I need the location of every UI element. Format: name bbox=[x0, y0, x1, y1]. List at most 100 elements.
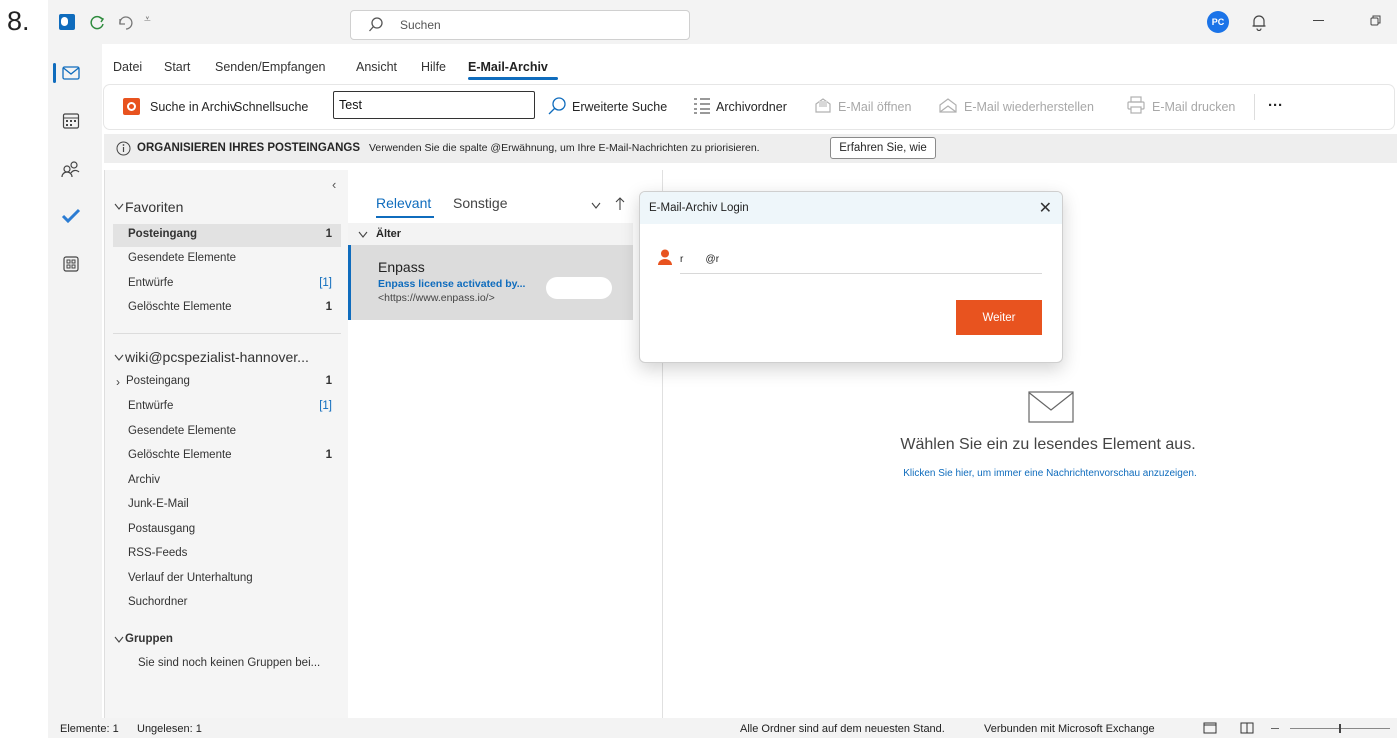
sort-arrow-icon[interactable] bbox=[615, 197, 625, 211]
open-email-button[interactable]: E-Mail öffnen bbox=[838, 100, 911, 114]
fav-drafts-count: [1] bbox=[319, 277, 332, 289]
fav-deleted-count: 1 bbox=[325, 301, 332, 313]
acc-archive[interactable]: Archiv bbox=[128, 474, 160, 486]
info-message: Verwenden Sie die spalte @Erwähnung, um … bbox=[369, 142, 760, 154]
chevron-down-icon bbox=[358, 231, 368, 238]
normal-view-icon[interactable] bbox=[1203, 722, 1217, 734]
section-divider bbox=[113, 333, 341, 334]
acc-inbox[interactable]: Posteingang bbox=[126, 375, 190, 387]
acc-rss[interactable]: RSS-Feeds bbox=[128, 547, 187, 559]
dialog-title: E-Mail-Archiv Login bbox=[649, 202, 749, 214]
acc-drafts-count: [1] bbox=[319, 400, 332, 412]
status-items: Elemente: 1 bbox=[60, 723, 119, 735]
advanced-search-button[interactable]: Erweiterte Suche bbox=[572, 100, 667, 114]
more-options-button[interactable]: ··· bbox=[1268, 97, 1283, 114]
menu-start[interactable]: Start bbox=[164, 60, 190, 74]
tab-relevant[interactable]: Relevant bbox=[376, 195, 431, 211]
bell-icon[interactable] bbox=[1251, 13, 1267, 31]
message-subject: Enpass license activated by... bbox=[378, 278, 526, 290]
groups-header[interactable]: Gruppen bbox=[125, 633, 173, 645]
undo-icon[interactable] bbox=[115, 13, 133, 31]
status-sync: Alle Ordner sind auf dem neuesten Stand. bbox=[740, 723, 945, 735]
login-dialog: E-Mail-Archiv Login ✕ r @r Weiter bbox=[639, 191, 1063, 363]
message-preview: <https://www.enpass.io/> bbox=[378, 292, 495, 304]
quick-search-input[interactable]: Test bbox=[333, 91, 535, 119]
tab-other[interactable]: Sonstige bbox=[453, 195, 507, 211]
menu-email-archiv[interactable]: E-Mail-Archiv bbox=[468, 60, 548, 74]
preview-link[interactable]: Klicken Sie hier, um immer eine Nachrich… bbox=[800, 468, 1300, 479]
info-heading: ORGANISIEREN IHRES POSTEINGANGS bbox=[137, 142, 361, 154]
learn-more-button[interactable]: Erfahren Sie, wie bbox=[830, 137, 936, 159]
collapse-pane-button[interactable]: ‹ bbox=[332, 177, 336, 192]
message-list: Relevant Sonstige Älter Enpass Enpass li… bbox=[348, 170, 633, 718]
menu-senden-empfangen[interactable]: Senden/Empfangen bbox=[215, 60, 326, 74]
username-field[interactable]: r @r bbox=[680, 251, 1042, 274]
search-in-archive-button[interactable]: Suche in Archiv bbox=[150, 100, 236, 114]
chevron-down-icon[interactable] bbox=[114, 354, 124, 362]
acc-conversation-history[interactable]: Verlauf der Unterhaltung bbox=[128, 572, 253, 584]
message-item[interactable]: Enpass Enpass license activated by... <h… bbox=[348, 245, 633, 320]
quick-access-dropdown-icon[interactable]: ⩡ bbox=[144, 12, 151, 27]
acc-inbox-count: 1 bbox=[325, 375, 332, 387]
title-bar: ⩡ Suchen PC bbox=[48, 0, 1397, 44]
minimize-icon[interactable] bbox=[1313, 20, 1324, 21]
menu-hilfe[interactable]: Hilfe bbox=[421, 60, 446, 74]
message-sender: Enpass bbox=[378, 259, 425, 275]
restore-email-button[interactable]: E-Mail wiederherstellen bbox=[964, 100, 1094, 114]
sync-icon[interactable] bbox=[88, 13, 106, 31]
envelope-icon bbox=[1028, 391, 1074, 423]
info-icon bbox=[116, 141, 131, 156]
filter-chevron-icon[interactable] bbox=[591, 202, 601, 210]
acc-sent[interactable]: Gesendete Elemente bbox=[128, 425, 236, 437]
ribbon: Suche in Archiv Schnellsuche Test Erweit… bbox=[104, 85, 1394, 129]
rail-apps[interactable] bbox=[56, 249, 86, 279]
archive-folder-button[interactable]: Archivordner bbox=[716, 100, 787, 114]
archive-folder-icon bbox=[694, 98, 710, 114]
rail-calendar[interactable] bbox=[56, 106, 86, 136]
print-email-button[interactable]: E-Mail drucken bbox=[1152, 100, 1235, 114]
username-value: r @r bbox=[680, 254, 720, 265]
search-placeholder: Suchen bbox=[400, 18, 441, 32]
rail-mail[interactable] bbox=[53, 58, 86, 88]
acc-deleted[interactable]: Gelöschte Elemente bbox=[128, 449, 232, 461]
ribbon-divider bbox=[1254, 94, 1255, 120]
menu-ansicht[interactable]: Ansicht bbox=[356, 60, 397, 74]
fav-deleted[interactable]: Gelöschte Elemente bbox=[128, 301, 232, 313]
acc-outbox[interactable]: Postausgang bbox=[128, 523, 195, 535]
expand-inbox-icon[interactable]: › bbox=[116, 375, 120, 389]
status-connection: Verbunden mit Microsoft Exchange bbox=[984, 723, 1155, 735]
acc-drafts[interactable]: Entwürfe bbox=[128, 400, 173, 412]
continue-button[interactable]: Weiter bbox=[956, 300, 1042, 335]
profile-avatar[interactable]: PC bbox=[1207, 11, 1229, 33]
info-bar: ORGANISIEREN IHRES POSTEINGANGS Verwende… bbox=[104, 134, 1397, 163]
group-label: Älter bbox=[376, 228, 402, 240]
acc-deleted-count: 1 bbox=[325, 449, 332, 461]
folder-pane: ‹ Favoriten Posteingang 1 Gesendete Elem… bbox=[104, 170, 348, 718]
rail-people[interactable] bbox=[56, 154, 86, 184]
group-header-older[interactable]: Älter bbox=[348, 223, 633, 245]
quick-search-label: Schnellsuche bbox=[234, 100, 309, 114]
acc-search-folders[interactable]: Suchordner bbox=[128, 596, 187, 608]
close-icon[interactable]: ✕ bbox=[1039, 198, 1052, 218]
zoom-slider-thumb[interactable] bbox=[1339, 724, 1341, 733]
archive-search-icon bbox=[123, 98, 140, 115]
fav-inbox[interactable]: Posteingang bbox=[128, 228, 197, 240]
menu-datei[interactable]: Datei bbox=[113, 60, 142, 74]
acc-junk[interactable]: Junk-E-Mail bbox=[128, 498, 189, 510]
search-box[interactable]: Suchen bbox=[350, 10, 690, 40]
account-header[interactable]: wiki@pcspezialist-hannover... bbox=[125, 349, 309, 365]
chevron-down-icon[interactable] bbox=[114, 203, 124, 211]
rail-todo[interactable] bbox=[56, 201, 86, 231]
favorites-header[interactable]: Favoriten bbox=[125, 199, 183, 215]
groups-empty-text: Sie sind noch keinen Gruppen bei... bbox=[138, 657, 321, 669]
zoom-out-icon[interactable] bbox=[1271, 728, 1279, 729]
fav-drafts[interactable]: Entwürfe bbox=[128, 277, 173, 289]
fav-sent[interactable]: Gesendete Elemente bbox=[128, 252, 236, 264]
reading-view-icon[interactable] bbox=[1240, 722, 1254, 734]
reading-pane-title: Wählen Sie ein zu lesendes Element aus. bbox=[900, 436, 1196, 453]
restore-icon[interactable] bbox=[1370, 15, 1382, 27]
redacted-blob bbox=[546, 277, 612, 299]
outlook-logo-icon bbox=[59, 14, 75, 30]
chevron-down-icon[interactable] bbox=[114, 636, 124, 644]
status-unread: Ungelesen: 1 bbox=[137, 723, 202, 735]
